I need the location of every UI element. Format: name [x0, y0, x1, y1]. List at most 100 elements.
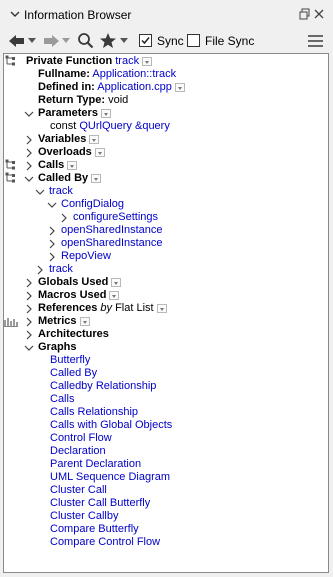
globals-used-row[interactable]: Globals Used	[38, 276, 122, 289]
overloads-row[interactable]: Overloads	[38, 146, 105, 159]
graph-item-declaration[interactable]: Declaration	[50, 445, 106, 458]
defined-in-key: Defined in:	[38, 81, 95, 93]
fullname-link[interactable]: Application::track	[92, 68, 176, 80]
called-by-row[interactable]: Called By	[38, 172, 102, 185]
graph-item-cluster-call-butterfly[interactable]: Cluster Call Butterfly	[50, 497, 150, 510]
graph-item-calls-relationship[interactable]: Calls Relationship	[50, 406, 138, 419]
expand-arrow-right-icon[interactable]	[47, 239, 57, 249]
dropdown-icon[interactable]	[94, 147, 105, 157]
expand-arrow-down-icon[interactable]	[35, 187, 45, 197]
expand-arrow-right-icon[interactable]	[24, 278, 34, 288]
globals-used-label: Globals Used	[38, 276, 109, 288]
forward-arrow-icon[interactable]	[42, 33, 60, 49]
expand-arrow-right-icon[interactable]	[24, 291, 34, 301]
macros-used-row[interactable]: Macros Used	[38, 289, 120, 302]
graph-item-parent-declaration[interactable]: Parent Declaration	[50, 458, 141, 471]
hierarchy-icon[interactable]	[5, 55, 17, 66]
float-window-icon[interactable]	[299, 8, 311, 20]
back-arrow-icon[interactable]	[8, 33, 26, 49]
expand-arrow-right-icon[interactable]	[24, 135, 34, 145]
graph-item-cluster-call[interactable]: Cluster Call	[50, 484, 107, 497]
star-icon[interactable]	[99, 32, 117, 49]
function-name-link[interactable]: track	[115, 55, 139, 67]
configure-settings-link[interactable]: configureSettings	[73, 211, 158, 224]
calls-label: Calls	[38, 159, 65, 171]
search-icon[interactable]	[77, 32, 94, 49]
graphs-label: Graphs	[38, 341, 77, 353]
open-shared-instance-link[interactable]: openSharedInstance	[61, 237, 163, 250]
expand-arrow-down-icon[interactable]	[24, 109, 34, 119]
called-by-track-link[interactable]: track	[49, 185, 73, 198]
return-type-value: void	[108, 94, 129, 106]
expand-arrow-right-icon[interactable]	[59, 213, 69, 223]
expand-arrow-right-icon[interactable]	[24, 317, 34, 327]
favorites-dropdown-icon[interactable]	[120, 38, 128, 44]
forward-history-dropdown-icon[interactable]	[62, 38, 70, 44]
dropdown-icon[interactable]	[79, 316, 90, 326]
metrics-chart-icon[interactable]	[4, 316, 18, 327]
graph-item-calledby-relationship[interactable]: Calledby Relationship	[50, 380, 156, 393]
expand-arrow-down-icon[interactable]	[24, 343, 34, 353]
architectures-row[interactable]: Architectures	[38, 328, 109, 341]
expand-arrow-right-icon[interactable]	[24, 304, 34, 314]
calls-row[interactable]: Calls	[38, 159, 78, 172]
graph-item-butterfly[interactable]: Butterfly	[50, 354, 90, 367]
variables-row[interactable]: Variables	[38, 133, 100, 146]
defined-in-row: Defined in: Application.cpp	[38, 81, 185, 94]
dropdown-icon[interactable]	[156, 303, 167, 313]
back-history-dropdown-icon[interactable]	[28, 38, 36, 44]
dropdown-icon[interactable]	[100, 108, 111, 118]
checkmark-icon	[141, 37, 150, 45]
parameters-row[interactable]: Parameters	[38, 107, 111, 120]
dropdown-icon[interactable]	[89, 134, 100, 144]
expand-arrow-right-icon[interactable]	[47, 252, 57, 262]
file-sync-label[interactable]: File Sync	[205, 34, 254, 48]
open-shared-instance-link[interactable]: openSharedInstance	[61, 224, 163, 237]
graph-item-compare-control-flow[interactable]: Compare Control Flow	[50, 536, 160, 549]
graph-item-control-flow[interactable]: Control Flow	[50, 432, 112, 445]
expand-arrow-right-icon[interactable]	[24, 148, 34, 158]
dropdown-icon[interactable]	[174, 82, 185, 92]
close-icon[interactable]	[313, 8, 325, 20]
dropdown-icon[interactable]	[111, 277, 122, 287]
toolbar: Sync File Sync	[0, 29, 333, 53]
graph-item-uml-sequence[interactable]: UML Sequence Diagram	[50, 471, 170, 484]
graph-item-cluster-callby[interactable]: Cluster Callby	[50, 510, 118, 523]
expand-arrow-down-icon[interactable]	[47, 200, 57, 210]
references-by-text: by	[100, 302, 113, 314]
expand-arrow-right-icon[interactable]	[24, 161, 34, 171]
private-function-key: Private Function	[26, 55, 113, 67]
overloads-label: Overloads	[38, 146, 92, 158]
references-row[interactable]: References by Flat List	[38, 302, 167, 315]
graph-item-calls-global-objects[interactable]: Calls with Global Objects	[50, 419, 172, 432]
called-by-graph-icon[interactable]	[5, 172, 17, 183]
graphs-row[interactable]: Graphs	[38, 341, 77, 354]
dropdown-icon[interactable]	[142, 56, 153, 66]
graph-item-compare-butterfly[interactable]: Compare Butterfly	[50, 523, 139, 536]
expand-arrow-down-icon[interactable]	[24, 174, 34, 184]
config-dialog-link[interactable]: ConfigDialog	[61, 198, 124, 211]
file-sync-checkbox[interactable]	[187, 34, 200, 47]
menu-hamburger-icon[interactable]	[307, 34, 324, 48]
expand-arrow-right-icon[interactable]	[35, 265, 45, 275]
called-by-track-link[interactable]: track	[49, 263, 73, 276]
sync-label[interactable]: Sync	[157, 34, 184, 48]
sync-checkbox[interactable]	[139, 34, 152, 47]
dropdown-icon[interactable]	[91, 173, 102, 183]
calls-graph-icon[interactable]	[5, 159, 17, 170]
graph-item-calls[interactable]: Calls	[50, 393, 74, 406]
chevron-down-icon[interactable]	[10, 9, 20, 19]
metrics-row[interactable]: Metrics	[38, 315, 90, 328]
expand-arrow-right-icon[interactable]	[24, 330, 34, 340]
graph-item-called-by[interactable]: Called By	[50, 367, 97, 380]
defined-in-link[interactable]: Application.cpp	[97, 81, 172, 93]
parameter-type-link[interactable]: QUrlQuery	[79, 120, 132, 132]
expand-arrow-right-icon[interactable]	[47, 226, 57, 236]
info-tree-panel: Private Function track Fullname: Applica…	[3, 53, 329, 573]
private-function-row: Private Function track	[26, 55, 153, 68]
dropdown-icon[interactable]	[67, 160, 78, 170]
repo-view-link[interactable]: RepoView	[61, 250, 111, 263]
parameter-row: const QUrlQuery &query	[50, 120, 170, 133]
parameter-name-link[interactable]: &query	[135, 120, 170, 132]
dropdown-icon[interactable]	[109, 290, 120, 300]
